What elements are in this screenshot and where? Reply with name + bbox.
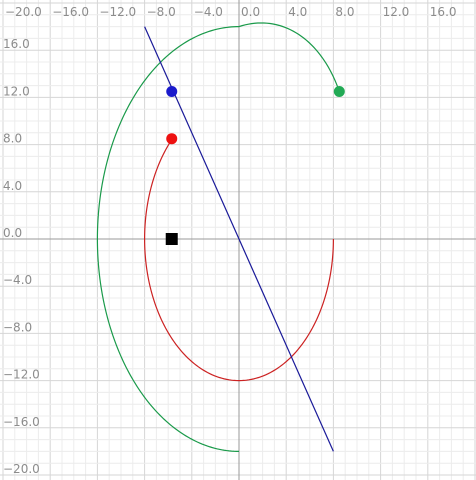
red-point [166,133,178,145]
x-tick-label: 4.0 [288,5,307,19]
y-tick-label: −16.0 [3,415,40,429]
x-tick-label: −12.0 [99,5,136,19]
x-tick-label: −16.0 [52,5,89,19]
x-tick-label: −20.0 [5,5,42,19]
y-tick-label: −4.0 [3,273,32,287]
y-tick-label: 4.0 [3,179,22,193]
y-tick-label: 8.0 [3,132,22,146]
x-tick-label: −4.0 [194,5,223,19]
x-tick-label: 16.0 [430,5,457,19]
green-point [333,86,345,97]
x-tick-label: 0.0 [241,5,260,19]
x-tick-label: −8.0 [147,5,176,19]
x-tick-label: 12.0 [383,5,410,19]
blue-point [166,86,178,97]
y-tick-label: 16.0 [3,37,30,51]
y-tick-label: −12.0 [3,368,40,382]
plot-area[interactable]: −20.0 −16.0 −12.0 −8.0 −4.0 0.0 4.0 8.0 12.0 16.0… [0,0,476,480]
y-tick-label: −20.0 [3,462,40,476]
x-tick-label: 8.0 [335,5,354,19]
y-tick-label: 12.0 [3,84,30,98]
black-square [165,233,178,245]
y-tick-label: 0.0 [3,226,22,240]
y-tick-label: −8.0 [3,320,32,334]
